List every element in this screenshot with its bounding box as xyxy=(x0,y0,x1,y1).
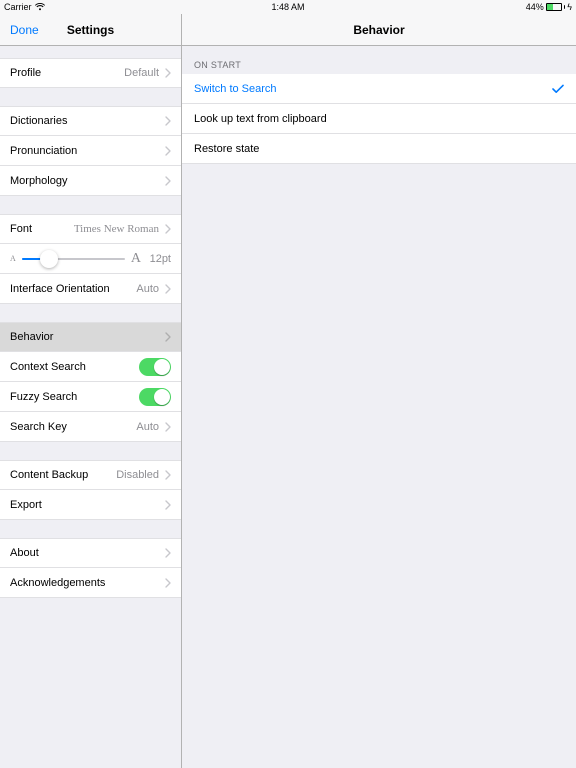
chevron-right-icon xyxy=(165,284,171,294)
row-profile[interactable]: Profile Default xyxy=(0,58,181,88)
sidebar-header: Done Settings xyxy=(0,14,181,46)
row-acknowledgements[interactable]: Acknowledgements xyxy=(0,568,181,598)
row-content-backup[interactable]: Content Backup Disabled xyxy=(0,460,181,490)
row-font-size[interactable]: A A 12pt xyxy=(0,244,181,274)
context-search-toggle[interactable] xyxy=(139,358,171,376)
row-label: Search Key xyxy=(10,421,136,433)
row-fuzzy-search[interactable]: Fuzzy Search xyxy=(0,382,181,412)
chevron-right-icon xyxy=(165,68,171,78)
row-label: Export xyxy=(10,499,165,511)
row-export[interactable]: Export xyxy=(0,490,181,520)
row-label: Profile xyxy=(10,67,124,79)
row-label: Acknowledgements xyxy=(10,577,165,589)
row-label: Interface Orientation xyxy=(10,283,136,295)
row-dictionaries[interactable]: Dictionaries xyxy=(0,106,181,136)
row-label: Morphology xyxy=(10,175,165,187)
row-value: Times New Roman xyxy=(74,223,159,235)
checkmark-icon xyxy=(552,84,564,94)
done-button[interactable]: Done xyxy=(0,23,49,37)
charging-icon: ϟ xyxy=(567,2,572,12)
option-label: Look up text from clipboard xyxy=(194,113,564,125)
row-value: Auto xyxy=(136,421,159,433)
font-size-slider[interactable] xyxy=(22,258,125,260)
small-a-icon: A xyxy=(10,254,16,263)
carrier-label: Carrier xyxy=(4,2,32,12)
chevron-right-icon xyxy=(165,116,171,126)
chevron-right-icon xyxy=(165,470,171,480)
row-label: Content Backup xyxy=(10,469,116,481)
chevron-right-icon xyxy=(165,224,171,234)
row-morphology[interactable]: Morphology xyxy=(0,166,181,196)
chevron-right-icon xyxy=(165,500,171,510)
row-label: Behavior xyxy=(10,331,165,343)
chevron-right-icon xyxy=(165,176,171,186)
chevron-right-icon xyxy=(165,146,171,156)
row-label: Fuzzy Search xyxy=(10,391,139,403)
row-label: Font xyxy=(10,223,74,235)
fuzzy-search-toggle[interactable] xyxy=(139,388,171,406)
row-behavior[interactable]: Behavior xyxy=(0,322,181,352)
row-context-search[interactable]: Context Search xyxy=(0,352,181,382)
option-label: Restore state xyxy=(194,143,564,155)
option-lookup-clipboard[interactable]: Look up text from clipboard xyxy=(182,104,576,134)
row-label: Context Search xyxy=(10,361,139,373)
row-value: Default xyxy=(124,67,159,79)
chevron-right-icon xyxy=(165,578,171,588)
option-label: Switch to Search xyxy=(194,83,552,95)
option-switch-to-search[interactable]: Switch to Search xyxy=(182,74,576,104)
battery-icon xyxy=(546,3,566,11)
option-restore-state[interactable]: Restore state xyxy=(182,134,576,164)
section-header-on-start: On Start xyxy=(182,46,576,74)
status-bar: Carrier 1:48 AM 44% ϟ xyxy=(0,0,576,14)
row-label: Dictionaries xyxy=(10,115,165,127)
detail-pane: Behavior On Start Switch to Search Look … xyxy=(182,14,576,768)
row-font[interactable]: Font Times New Roman xyxy=(0,214,181,244)
battery-percent: 44% xyxy=(526,2,544,12)
chevron-right-icon xyxy=(165,422,171,432)
row-about[interactable]: About xyxy=(0,538,181,568)
settings-sidebar: Done Settings Profile Default Dictionari… xyxy=(0,14,182,768)
chevron-right-icon xyxy=(165,548,171,558)
row-orientation[interactable]: Interface Orientation Auto xyxy=(0,274,181,304)
wifi-icon xyxy=(35,3,45,11)
row-search-key[interactable]: Search Key Auto xyxy=(0,412,181,442)
row-label: About xyxy=(10,547,165,559)
row-value: Disabled xyxy=(116,469,159,481)
clock: 1:48 AM xyxy=(0,2,576,12)
big-a-icon: A xyxy=(131,251,141,267)
row-value: Auto xyxy=(136,283,159,295)
row-pronunciation[interactable]: Pronunciation xyxy=(0,136,181,166)
font-size-value: 12pt xyxy=(147,253,171,265)
chevron-right-icon xyxy=(165,332,171,342)
row-label: Pronunciation xyxy=(10,145,165,157)
detail-title: Behavior xyxy=(182,14,576,46)
